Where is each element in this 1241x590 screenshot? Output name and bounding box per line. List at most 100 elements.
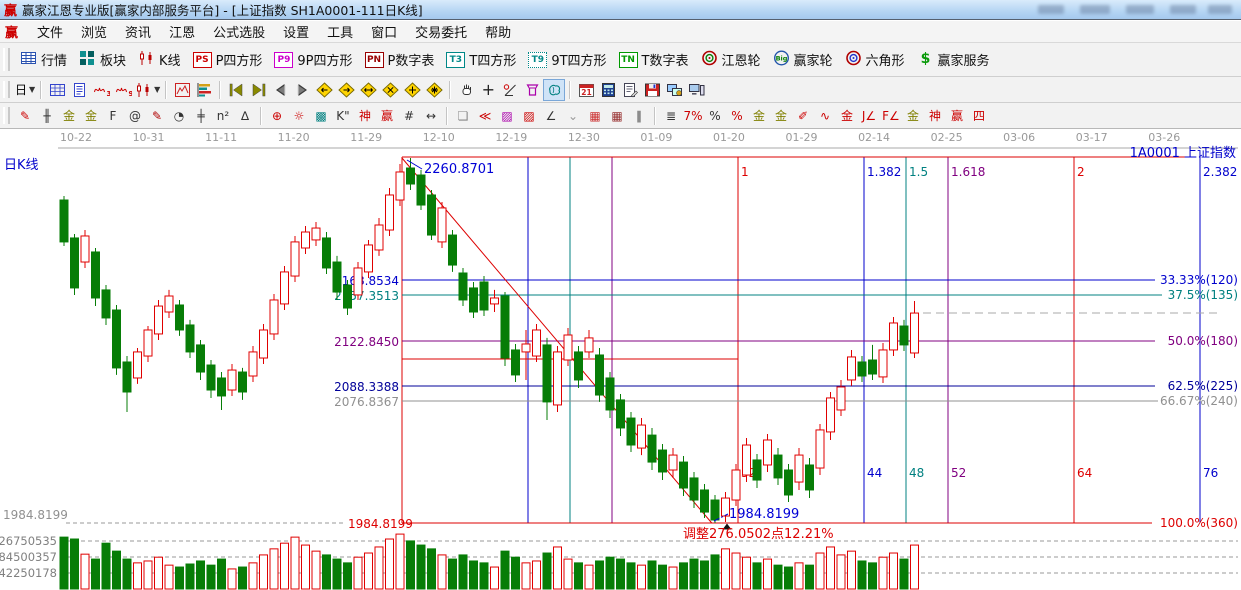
menu-item-8[interactable]: 窗口 — [362, 20, 406, 43]
volume-layer[interactable]: 1267505358450035742250178 — [0, 534, 1238, 589]
next-bar-button[interactable] — [291, 79, 313, 101]
menu-item-9[interactable]: 交易委托 — [406, 20, 476, 43]
cycle-clock-icon[interactable]: ◔ — [168, 105, 190, 127]
menu-item-6[interactable]: 设置 — [274, 20, 318, 43]
scale-bars-icon[interactable]: ≣ — [660, 105, 682, 127]
star-burst-icon[interactable]: ☼ — [288, 105, 310, 127]
t9-square-button[interactable]: T99T四方形 — [522, 47, 612, 72]
parallel-lines-icon[interactable]: ∥ — [628, 105, 650, 127]
toolbar-grip[interactable] — [3, 48, 10, 71]
grid-comb-icon[interactable]: ╫ — [36, 105, 58, 127]
save-button[interactable] — [641, 79, 663, 101]
menu-item-4[interactable]: 江恩 — [160, 20, 204, 43]
zoom-h-icon[interactable] — [357, 79, 379, 101]
toolbar-grip[interactable] — [3, 81, 10, 99]
calculator-button[interactable] — [597, 79, 619, 101]
red-grid2-icon[interactable]: ▦ — [606, 105, 628, 127]
zigzag-net-icon[interactable] — [46, 79, 68, 101]
pattern-box-icon[interactable] — [171, 79, 193, 101]
winner-wheel-button[interactable]: Big赢家轮 — [767, 47, 839, 73]
last-bar-button[interactable] — [247, 79, 269, 101]
span-arrow-icon[interactable]: ↔ — [420, 105, 442, 127]
gold-angle-icon[interactable]: 金 — [902, 105, 924, 127]
zoom-x-icon[interactable] — [379, 79, 401, 101]
gold-grid-icon[interactable]: 金 — [58, 105, 80, 127]
gann-wheel-button[interactable]: 江恩轮 — [695, 47, 767, 73]
shen-angle-icon[interactable]: 神 — [924, 105, 946, 127]
percent-lines-icon[interactable]: % — [726, 105, 748, 127]
zoom-right-icon[interactable] — [335, 79, 357, 101]
rays-box-red-icon[interactable]: ▨ — [518, 105, 540, 127]
zoom-star-icon[interactable] — [423, 79, 445, 101]
fan-lines-icon[interactable]: ∠ — [540, 105, 562, 127]
red-grid-icon[interactable]: ▦ — [584, 105, 606, 127]
crosshair-tool[interactable]: + — [477, 79, 499, 101]
gold-circle-icon[interactable]: 金 — [748, 105, 770, 127]
p-square-button[interactable]: PSP四方形 — [187, 47, 269, 72]
angle-tool[interactable] — [499, 79, 521, 101]
info-doc-icon[interactable] — [68, 79, 90, 101]
sectors-button[interactable]: 板块 — [73, 47, 132, 73]
rays-icon[interactable]: ≪ — [474, 105, 496, 127]
spiral-icon[interactable]: @ — [124, 105, 146, 127]
quotes-button[interactable]: 行情 — [14, 47, 73, 73]
notes-button[interactable] — [619, 79, 641, 101]
seven-pct-icon[interactable]: 7% — [682, 105, 704, 127]
rays-box-magenta-icon[interactable]: ▨ — [496, 105, 518, 127]
percent-icon[interactable]: % — [704, 105, 726, 127]
winner-service-button[interactable]: $赢家服务 — [911, 47, 996, 73]
pencil-icon[interactable]: ✎ — [146, 105, 168, 127]
brush-icon[interactable]: ✎ — [14, 105, 36, 127]
angle-a-icon[interactable]: ∆ — [234, 105, 256, 127]
candle-style-combo[interactable]: ▼ — [134, 79, 161, 101]
flag-pencil-icon[interactable]: ✐ — [792, 105, 814, 127]
hand-tool[interactable] — [455, 79, 477, 101]
menu-item-2[interactable]: 浏览 — [72, 20, 116, 43]
workstation-button[interactable] — [685, 79, 707, 101]
wave-channel-icon[interactable]: ∿ — [814, 105, 836, 127]
k-quote-icon[interactable]: K" — [332, 105, 354, 127]
ying-grid-icon[interactable]: 赢 — [376, 105, 398, 127]
gold-underline-icon[interactable]: 金 — [836, 105, 858, 127]
profile-histogram-icon[interactable] — [193, 79, 215, 101]
p9-square-button[interactable]: P99P四方形 — [268, 47, 358, 72]
menu-item-7[interactable]: 工具 — [318, 20, 362, 43]
t-square-button[interactable]: T3T四方形 — [440, 47, 522, 72]
n-square-icon[interactable]: n² — [212, 105, 234, 127]
wave9-icon[interactable]: 9 — [112, 79, 134, 101]
menu-item-10[interactable]: 帮助 — [476, 20, 520, 43]
menu-item-1[interactable]: 文件 — [28, 20, 72, 43]
si-angle-icon[interactable]: 四 — [968, 105, 990, 127]
zoom-left-icon[interactable] — [313, 79, 335, 101]
chart-canvas[interactable]: 10-2210-3111-1111-2011-2912-1012-1912-30… — [0, 129, 1241, 590]
p-number-button[interactable]: PNP数字表 — [359, 47, 441, 72]
kline-button[interactable]: K线 — [132, 47, 187, 73]
chart-area[interactable]: 10-2210-3111-1111-2011-2912-1012-1912-30… — [0, 129, 1241, 590]
gold-lines-icon[interactable]: 金 — [770, 105, 792, 127]
zoom-plus-icon[interactable] — [401, 79, 423, 101]
toolbar-grip[interactable] — [3, 107, 10, 125]
prev-bar-button[interactable] — [269, 79, 291, 101]
hexagon-button[interactable]: 六角形 — [839, 47, 911, 73]
crosshair-circle-icon[interactable]: ⊕ — [266, 105, 288, 127]
period-daily-combo[interactable]: 日▼ — [14, 79, 36, 101]
windows-button[interactable] — [663, 79, 685, 101]
menu-item-5[interactable]: 公式选股 — [204, 20, 274, 43]
shape-tool-magenta[interactable] — [521, 79, 543, 101]
v-dots-icon[interactable]: ⌄ — [562, 105, 584, 127]
title-bar[interactable]: 赢 赢家江恩专业版[赢家内部服务平台] - [上证指数 SH1A0001-111… — [0, 0, 1241, 20]
star-grid-icon[interactable]: ▩ — [310, 105, 332, 127]
gold-grid2-icon[interactable]: 金 — [80, 105, 102, 127]
menu-item-3[interactable]: 资讯 — [116, 20, 160, 43]
t-number-button[interactable]: TNT数字表 — [613, 47, 695, 72]
f-angle-icon[interactable]: F∠ — [880, 105, 902, 127]
f-grid-icon[interactable]: F — [102, 105, 124, 127]
first-bar-button[interactable] — [225, 79, 247, 101]
ying-angle-icon[interactable]: 赢 — [946, 105, 968, 127]
j-angle-icon[interactable]: J∠ — [858, 105, 880, 127]
wave3-icon[interactable]: 3 — [90, 79, 112, 101]
calendar-button[interactable]: 21 — [575, 79, 597, 101]
gann-shape-tool[interactable] — [543, 79, 565, 101]
shen-grid-icon[interactable]: 神 — [354, 105, 376, 127]
comb2-icon[interactable]: ╪ — [190, 105, 212, 127]
